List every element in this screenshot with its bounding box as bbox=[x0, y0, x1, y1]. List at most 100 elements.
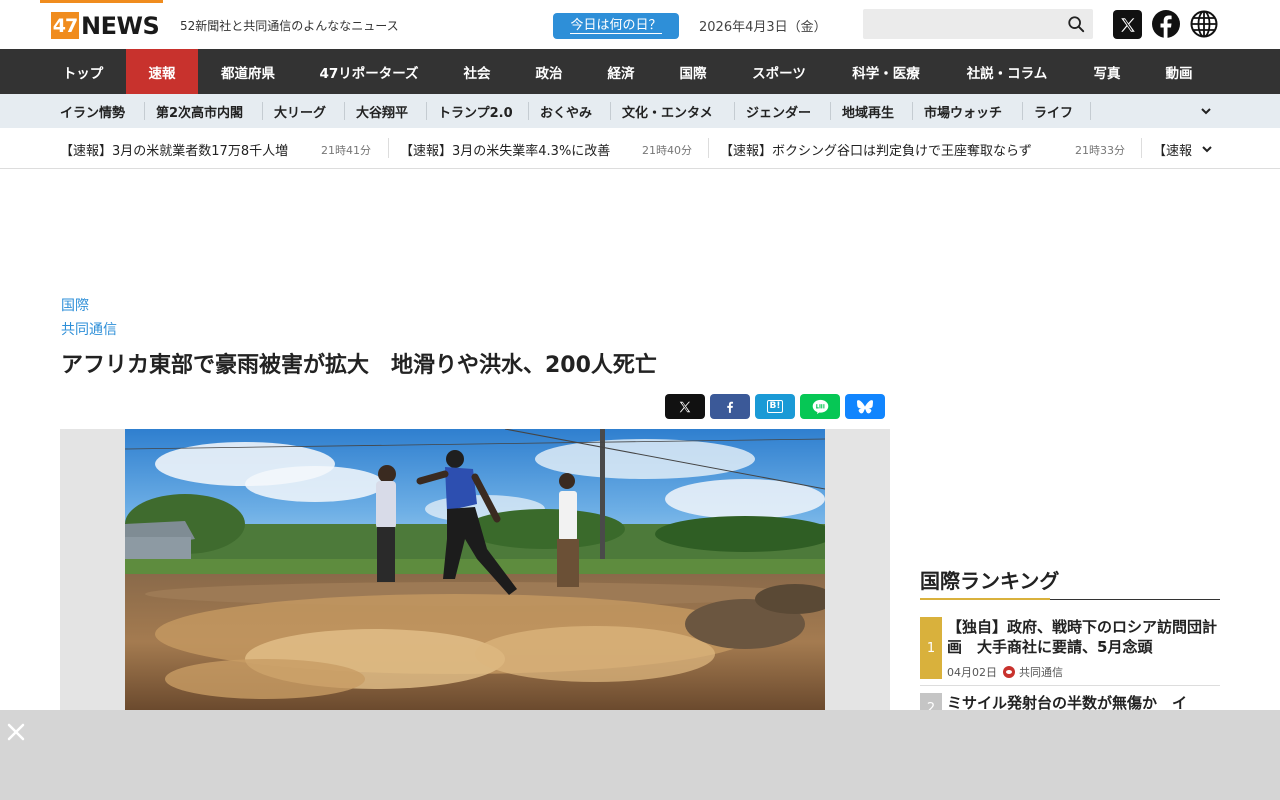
x-twitter-icon bbox=[679, 401, 691, 412]
ticker-time: 21時41分 bbox=[321, 144, 371, 157]
nav-item-47reporters[interactable]: 47リポーターズ bbox=[298, 49, 440, 94]
facebook-icon bbox=[727, 401, 734, 413]
nav-item-videos[interactable]: 動画 bbox=[1142, 49, 1216, 94]
nav-label: トップ bbox=[62, 65, 104, 82]
divider bbox=[1141, 138, 1142, 158]
search-input[interactable] bbox=[863, 9, 1093, 39]
nav-item-science-medical[interactable]: 科学・医療 bbox=[830, 49, 942, 94]
chevron-down-icon[interactable] bbox=[1200, 105, 1212, 117]
article-photo[interactable] bbox=[125, 429, 825, 710]
divider bbox=[426, 102, 427, 120]
nav-label: 写真 bbox=[1093, 65, 1121, 82]
ticker-time: 21時40分 bbox=[642, 144, 692, 157]
globe-language-icon[interactable] bbox=[1190, 10, 1218, 38]
today-in-history-label: 今日は何の日？ bbox=[570, 18, 662, 34]
nav-label: 47リポーターズ bbox=[319, 65, 419, 82]
facebook-icon[interactable] bbox=[1152, 10, 1180, 38]
flood-photo-image bbox=[125, 429, 825, 710]
chevron-down-icon[interactable] bbox=[1201, 143, 1213, 155]
nav-label: 社会 bbox=[463, 65, 491, 82]
bottom-ad-overlay bbox=[0, 710, 1280, 800]
divider bbox=[344, 102, 345, 120]
logo-text: NEWS bbox=[81, 11, 160, 40]
nav-item-prefectures[interactable]: 都道府県 bbox=[198, 49, 298, 94]
ticker-headline[interactable]: 【速報】3月の米失業率4.3%に改善 bbox=[400, 140, 610, 159]
share-line-button[interactable] bbox=[800, 394, 840, 419]
topic-item-regional[interactable]: 地域再生 bbox=[842, 94, 894, 128]
topic-navigation: イラン情勢 第2次高市内閣 大リーグ 大谷翔平 トランプ2.0 おくやみ 文化・… bbox=[0, 94, 1280, 128]
topic-item-takaichi-cabinet[interactable]: 第2次高市内閣 bbox=[156, 94, 243, 128]
topic-item-market-watch[interactable]: 市場ウォッチ bbox=[924, 94, 1002, 128]
nav-label: 政治 bbox=[535, 65, 563, 82]
nav-item-international[interactable]: 国際 bbox=[658, 49, 728, 94]
divider bbox=[734, 102, 735, 120]
nav-label: 社説・コラム bbox=[966, 65, 1048, 82]
breaking-news-ticker: 【速報】3月の米就業者数17万8千人増 21時41分 【速報】3月の米失業率4.… bbox=[0, 128, 1280, 169]
topic-item-life[interactable]: ライフ bbox=[1034, 94, 1073, 128]
nav-label: 動画 bbox=[1165, 65, 1193, 82]
topic-item-gender[interactable]: ジェンダー bbox=[746, 94, 811, 128]
divider bbox=[920, 685, 1220, 686]
nav-label: 国際 bbox=[679, 65, 707, 82]
nav-item-photos[interactable]: 写真 bbox=[1072, 49, 1142, 94]
divider bbox=[830, 102, 831, 120]
bluesky-butterfly-icon bbox=[857, 399, 873, 413]
divider bbox=[912, 102, 913, 120]
nav-label: 科学・医療 bbox=[852, 65, 920, 82]
topic-item-culture[interactable]: 文化・エンタメ bbox=[622, 94, 713, 128]
divider bbox=[528, 102, 529, 120]
search-icon[interactable] bbox=[1067, 15, 1085, 33]
logo-number: 47 bbox=[51, 12, 79, 39]
topic-item-ohtani[interactable]: 大谷翔平 bbox=[356, 94, 408, 128]
today-in-history-button[interactable]: 今日は何の日？ bbox=[553, 13, 679, 39]
nav-item-breaking[interactable]: 速報 bbox=[126, 49, 198, 94]
site-logo[interactable]: 47 NEWS bbox=[51, 11, 160, 40]
nav-label: スポーツ bbox=[752, 65, 806, 82]
nav-label: 都道府県 bbox=[221, 65, 275, 82]
share-bluesky-button[interactable] bbox=[845, 394, 885, 419]
divider bbox=[610, 102, 611, 120]
ranking-item-source: 共同通信 bbox=[1019, 666, 1063, 679]
share-hatena-button[interactable]: B! bbox=[755, 394, 795, 419]
ranking-item-title[interactable]: 【独自】政府、戦時下のロシア訪問団計画 大手商社に要請、5月念頭 bbox=[947, 617, 1219, 657]
ranking-item-date: 04月02日 bbox=[947, 666, 997, 679]
nav-item-economy[interactable]: 経済 bbox=[584, 49, 658, 94]
topic-item-obituaries[interactable]: おくやみ bbox=[540, 94, 592, 128]
main-navigation: トップ 速報 都道府県 47リポーターズ 社会 政治 経済 国際 スポーツ 科学… bbox=[0, 49, 1280, 94]
line-icon bbox=[812, 399, 828, 414]
share-facebook-button[interactable] bbox=[710, 394, 750, 419]
ticker-time: 21時33分 bbox=[1075, 144, 1125, 157]
ranking-number: 1 bbox=[920, 617, 942, 679]
ranking-item-meta: 04月02日 共同通信 bbox=[947, 664, 1063, 680]
divider bbox=[1022, 102, 1023, 120]
x-twitter-icon[interactable] bbox=[1113, 10, 1142, 39]
ranking-title: 国際ランキング bbox=[920, 569, 1060, 593]
kyodo-logo-icon bbox=[1003, 666, 1015, 678]
ticker-headline[interactable]: 【速報】3月の米就業者数17万8千人増 bbox=[60, 140, 288, 159]
topic-item-trump[interactable]: トランプ2.0 bbox=[438, 94, 513, 128]
ranking-title-accent bbox=[920, 598, 1050, 600]
article-title: アフリカ東部で豪雨被害が拡大 地滑りや洪水、200人死亡 bbox=[61, 353, 657, 378]
article-photo-frame bbox=[60, 429, 890, 710]
site-header: 47 NEWS 52新聞社と共同通信のよんななニュース 今日は何の日？ 2026… bbox=[0, 0, 1280, 49]
ticker-headline[interactable]: 【速報 bbox=[1153, 140, 1192, 159]
divider bbox=[1090, 102, 1091, 120]
topic-item-mlb[interactable]: 大リーグ bbox=[274, 94, 326, 128]
nav-item-top[interactable]: トップ bbox=[40, 49, 126, 94]
share-x-button[interactable] bbox=[665, 394, 705, 419]
divider bbox=[262, 102, 263, 120]
divider bbox=[388, 138, 389, 158]
nav-item-politics[interactable]: 政治 bbox=[514, 49, 584, 94]
nav-label: 速報 bbox=[148, 65, 176, 82]
nav-item-sports[interactable]: スポーツ bbox=[728, 49, 830, 94]
nav-item-editorial-column[interactable]: 社説・コラム bbox=[942, 49, 1072, 94]
topic-item-iran[interactable]: イラン情勢 bbox=[60, 94, 125, 128]
logo-accent-bar bbox=[40, 0, 163, 3]
ticker-headline[interactable]: 【速報】ボクシング谷口は判定負けで王座奪取ならず bbox=[720, 140, 1032, 159]
article-category-link[interactable]: 国際 bbox=[61, 295, 89, 315]
article-source-link[interactable]: 共同通信 bbox=[61, 319, 117, 339]
nav-label: 経済 bbox=[607, 65, 635, 82]
current-date: 2026年4月3日（金） bbox=[699, 20, 827, 35]
close-icon[interactable] bbox=[6, 722, 26, 742]
nav-item-society[interactable]: 社会 bbox=[440, 49, 514, 94]
